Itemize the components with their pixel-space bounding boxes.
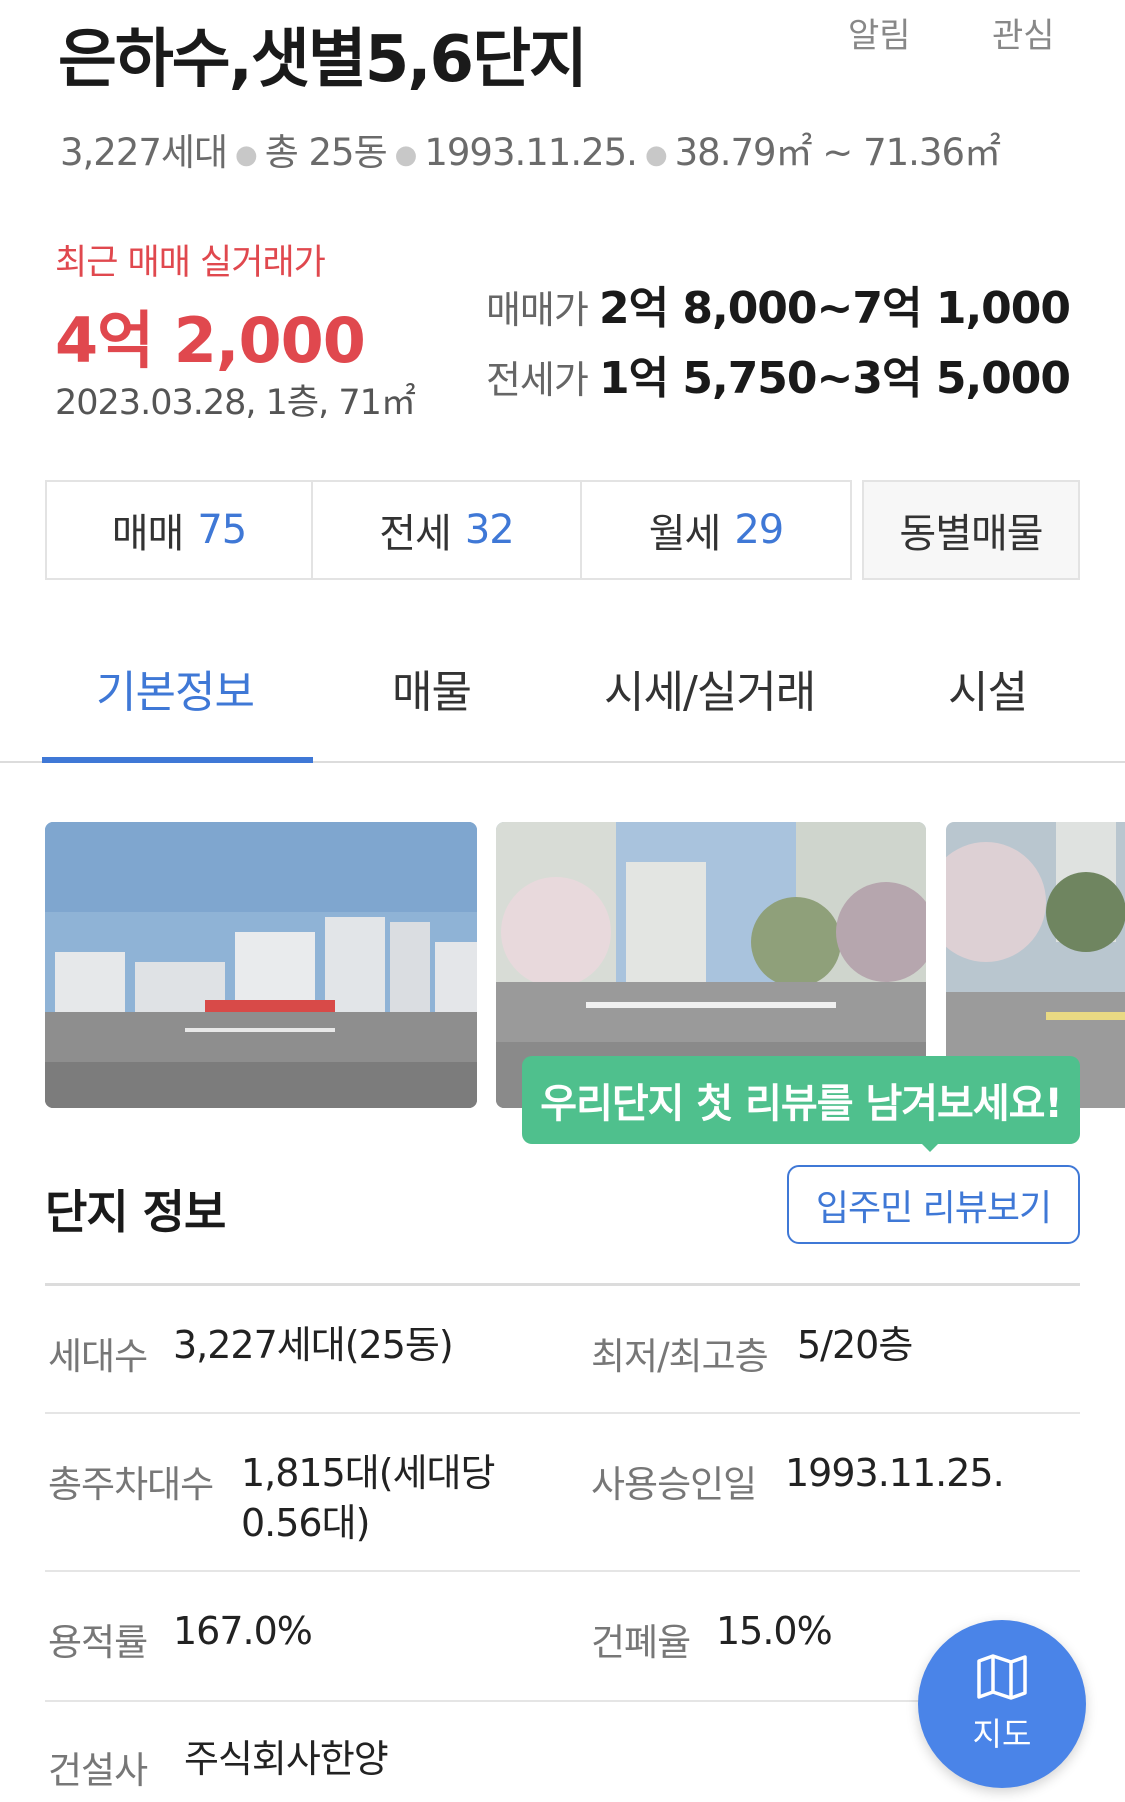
floor-area-ratio-value: 167.0% <box>173 1609 313 1653</box>
sale-listings-button[interactable]: 매매 75 <box>45 480 313 580</box>
count-label: 월세 <box>648 511 722 557</box>
jeonse-price-value: 1억 5,750~3억 5,000 <box>598 353 1071 404</box>
approval-date-label: 사용승인일 <box>591 1463 757 1506</box>
building-coverage-value: 15.0% <box>716 1609 833 1653</box>
recent-trade-label: 최근 매매 실거래가 <box>55 243 326 283</box>
jeonse-listings-button[interactable]: 전세 32 <box>311 480 582 580</box>
parking-value: 1,815대(세대당 0.56대) <box>241 1451 495 1545</box>
separator-dot: ● <box>235 139 258 170</box>
floors-label: 최저/최고층 <box>591 1335 769 1378</box>
favorite-button[interactable]: 관심 <box>992 8 1055 57</box>
resident-review-button[interactable]: 입주민 리뷰보기 <box>787 1165 1080 1244</box>
building-coverage-label: 건폐율 <box>591 1621 691 1664</box>
floors-value: 5/20층 <box>797 1323 913 1367</box>
count-label: 매매 <box>111 511 185 557</box>
map-icon <box>976 1653 1028 1705</box>
tooltip-tail <box>918 1140 942 1152</box>
active-tab-indicator <box>42 757 313 763</box>
count-value: 32 <box>464 507 515 553</box>
tab-basic-info[interactable]: 기본정보 <box>96 656 255 720</box>
parking-label: 총주차대수 <box>48 1463 214 1506</box>
builder-value: 주식회사한양 <box>184 1737 389 1781</box>
review-prompt-tooltip[interactable]: 우리단지 첫 리뷰를 남겨보세요! <box>522 1056 1080 1144</box>
sale-price-value: 2억 8,000~7억 1,000 <box>598 283 1071 334</box>
divider <box>45 1283 1080 1286</box>
tab-facilities[interactable]: 시설 <box>948 656 1028 720</box>
summary-area-range: 38.79㎡ ~ 71.36㎡ <box>674 131 1001 174</box>
summary-households: 3,227세대 <box>60 131 228 174</box>
households-value: 3,227세대(25동) <box>173 1323 454 1367</box>
monthly-rent-listings-button[interactable]: 월세 29 <box>580 480 852 580</box>
divider <box>45 1412 1080 1414</box>
count-label: 전세 <box>379 511 452 557</box>
tab-market-price[interactable]: 시세/실거래 <box>604 656 816 720</box>
jeonse-price-range: 전세가 1억 5,750~3억 5,000 <box>485 342 1071 406</box>
builder-label: 건설사 <box>48 1749 148 1792</box>
summary-approval-date: 1993.11.25. <box>424 131 638 174</box>
sale-price-range: 매매가 2억 8,000~7억 1,000 <box>485 272 1071 336</box>
tab-listings[interactable]: 매물 <box>392 656 472 720</box>
complex-summary: 3,227세대 ● 총 25동 ● 1993.11.25. ● 38.79㎡ ~ 71.36… <box>60 122 1001 176</box>
separator-dot: ● <box>394 139 418 170</box>
households-label: 세대수 <box>48 1335 148 1378</box>
alarm-button[interactable]: 알림 <box>848 8 911 57</box>
separator-dot: ● <box>644 139 668 170</box>
recent-trade-detail: 2023.03.28, 1층, 71㎡ <box>55 383 416 423</box>
section-title: 단지 정보 <box>45 1185 226 1239</box>
complex-photo[interactable] <box>45 822 477 1108</box>
page-title: 은하수,샛별5,6단지 <box>58 23 588 97</box>
count-value: 29 <box>734 507 784 553</box>
recent-trade-price: 4억 2,000 <box>55 304 366 377</box>
jeonse-price-label: 전세가 <box>485 358 589 402</box>
map-button[interactable]: 지도 <box>918 1620 1086 1788</box>
by-building-listings-button[interactable]: 동별매물 <box>862 480 1080 580</box>
sale-price-label: 매매가 <box>485 288 589 332</box>
divider <box>45 1570 1080 1572</box>
floor-area-ratio-label: 용적률 <box>48 1621 148 1664</box>
approval-date-value: 1993.11.25. <box>785 1451 1005 1495</box>
count-value: 75 <box>197 507 247 553</box>
summary-buildings: 총 25동 <box>264 131 388 174</box>
map-button-label: 지도 <box>972 1715 1032 1753</box>
